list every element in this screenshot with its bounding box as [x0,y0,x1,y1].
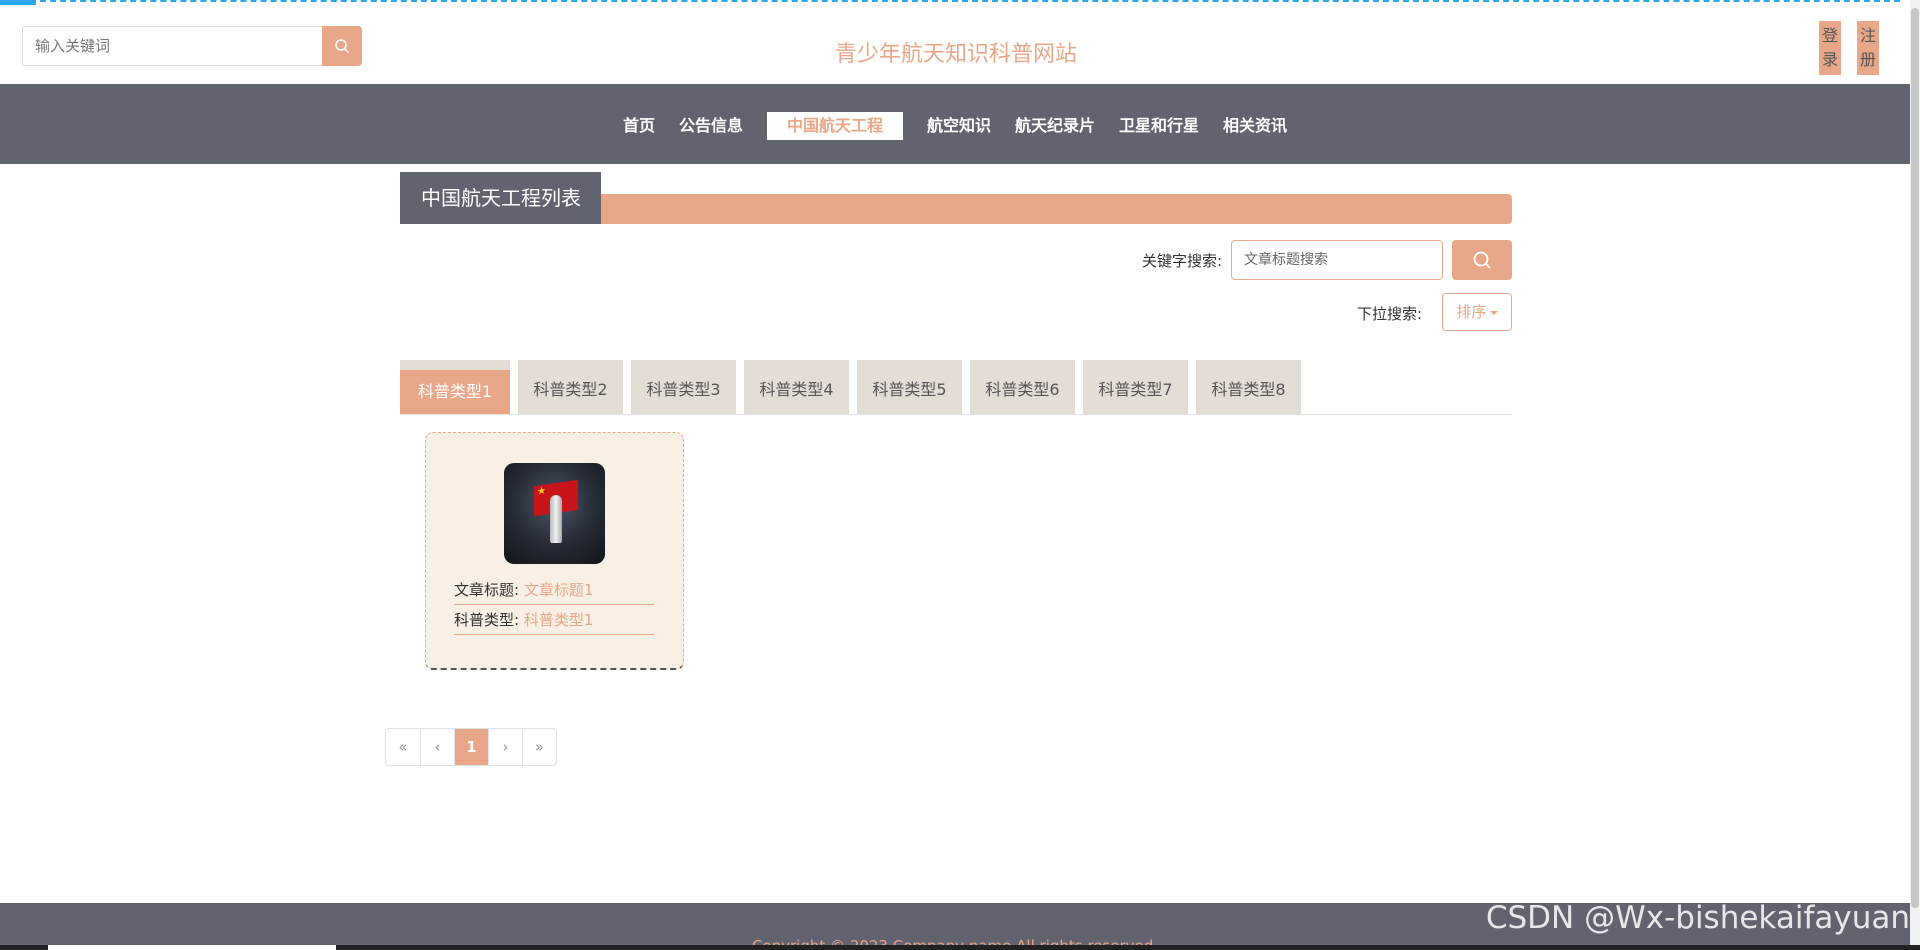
caret-down-icon [1489,310,1498,315]
keyword-input[interactable] [1231,240,1443,280]
loading-bar-progress [0,0,36,5]
nav-item-home[interactable]: 首页 [611,112,667,140]
keyword-label: 关键字搜索: [1141,252,1222,270]
main-nav: 首页 公告信息 中国航天工程 航空知识 航天纪录片 卫星和行星 相关资讯 [0,84,1910,164]
page-prev-button[interactable]: ‹ [420,729,454,765]
title-stripe [601,194,1512,224]
register-button[interactable]: 注册 [1857,21,1879,75]
rocket-graphic [550,495,562,543]
tab-category-1[interactable]: 科普类型1 [400,360,510,414]
scrollbar[interactable] [1910,0,1920,950]
taskbar-item[interactable] [48,945,336,950]
page-current[interactable]: 1 [454,729,488,765]
login-button[interactable]: 登录 [1819,21,1841,75]
list-title: 中国航天工程列表 [400,172,601,224]
keyword-search-button[interactable] [1452,240,1512,280]
taskbar [0,945,1920,950]
tab-category-8[interactable]: 科普类型8 [1196,360,1301,414]
tab-category-3[interactable]: 科普类型3 [631,360,736,414]
pagination: « ‹ 1 › » [385,728,557,766]
nav-item-announcements[interactable]: 公告信息 [667,112,755,140]
article-thumbnail[interactable]: ★ [504,463,605,564]
article-type-line: 科普类型: 科普类型1 [454,606,654,635]
header: 青少年航天知识科普网站 登录 注册 [0,6,1920,84]
page-next-button[interactable]: › [488,729,522,765]
nav-item-satellites[interactable]: 卫星和行星 [1107,112,1211,140]
article-title-line: 文章标题: 文章标题1 [454,576,654,605]
page-last-button[interactable]: » [522,729,556,765]
nav-item-news[interactable]: 相关资讯 [1211,112,1299,140]
tab-category-5[interactable]: 科普类型5 [857,360,962,414]
article-title-label: 文章标题: [454,581,520,599]
list-title-bar: 中国航天工程列表 [400,172,1512,224]
tab-category-7[interactable]: 科普类型7 [1083,360,1188,414]
keyword-search-row: 关键字搜索: [400,240,1512,280]
tab-category-6[interactable]: 科普类型6 [970,360,1075,414]
nav-item-aviation[interactable]: 航空知识 [915,112,1003,140]
site-title: 青少年航天知识科普网站 [834,42,1077,67]
sort-dropdown[interactable]: 排序 [1442,293,1512,331]
nav-item-documentaries[interactable]: 航天纪录片 [1003,112,1107,140]
watermark: CSDN @Wx-bishekaifayuan [1485,900,1910,936]
article-card[interactable]: ★ 文章标题: 文章标题1 科普类型: 科普类型1 [425,432,684,670]
sort-label: 排序 [1456,303,1487,321]
loading-bar [0,0,1900,2]
search-icon [1473,251,1491,269]
dropdown-search-row: 下拉搜索: 排序 [400,293,1512,331]
article-type-label: 科普类型: [454,611,520,629]
tab-label: 科普类型1 [400,370,510,414]
scrollbar-thumb[interactable] [1911,8,1919,908]
dropdown-label: 下拉搜索: [1356,305,1422,323]
tab-category-2[interactable]: 科普类型2 [518,360,623,414]
article-title-value[interactable]: 文章标题1 [524,581,594,599]
article-type-value: 科普类型1 [523,611,594,629]
category-tabs: 科普类型1 科普类型2 科普类型3 科普类型4 科普类型5 科普类型6 科普类型… [400,360,1512,415]
tab-category-4[interactable]: 科普类型4 [744,360,849,414]
page-first-button[interactable]: « [386,729,420,765]
nav-item-china-aerospace[interactable]: 中国航天工程 [766,112,903,140]
